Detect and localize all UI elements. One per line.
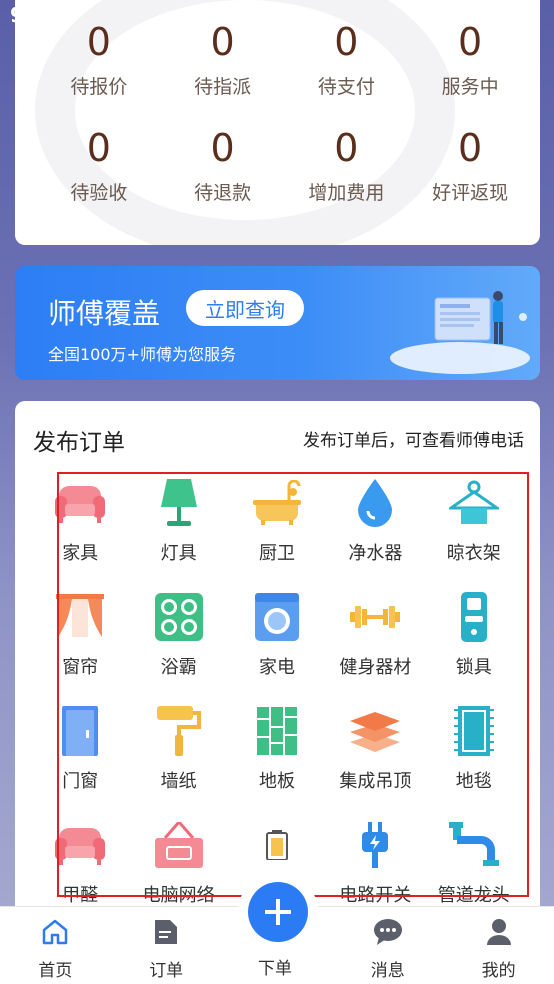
- tab-profile[interactable]: 我的: [443, 907, 554, 984]
- ceiling-icon: [349, 705, 401, 757]
- category-label: 厨卫: [258, 543, 295, 564]
- battery-icon: [251, 819, 303, 871]
- floor-icon: [251, 705, 303, 757]
- category-label: 浴霸: [160, 657, 197, 678]
- carpet-icon: [448, 705, 500, 757]
- computer-sign-icon: [153, 819, 205, 871]
- curtain-icon: [54, 591, 106, 643]
- plus-icon: [265, 899, 291, 925]
- tab-label: 消息: [370, 961, 405, 981]
- category-label: 电脑网络: [142, 885, 215, 906]
- place-order-button[interactable]: [248, 882, 308, 942]
- stat-label: 增加费用: [308, 182, 385, 204]
- status-bar: 9:41: [0, 0, 554, 30]
- stat-value: 0: [334, 126, 359, 170]
- document-icon: [151, 917, 181, 947]
- category-label: 地毯: [455, 771, 492, 792]
- stat-value: 0: [458, 126, 483, 170]
- stat-review-cashback[interactable]: 0 好评返现: [408, 108, 532, 216]
- category-fitness[interactable]: 健身器材: [326, 587, 424, 701]
- category-wallpaper[interactable]: 墙纸: [129, 701, 227, 815]
- stat-label: 待指派: [194, 76, 252, 98]
- paint-roller-icon: [153, 705, 205, 757]
- category-label: 锁具: [455, 657, 492, 678]
- category-label: 健身器材: [339, 657, 412, 678]
- category-label: 窗帘: [62, 657, 99, 678]
- category-label: 集成吊顶: [339, 771, 412, 792]
- door-icon: [54, 705, 106, 757]
- stat-pending-refund[interactable]: 0 待退款: [161, 108, 285, 216]
- category-label: 灯具: [160, 543, 197, 564]
- order-status-card: 0 待报价 0 待指派 0 待支付 0 服务中 0 待验收 0 待退款 0 增加费用 0 好评返…: [15, 0, 540, 245]
- tab-messages[interactable]: 消息: [332, 907, 443, 984]
- stat-extra-fees[interactable]: 0 增加费用: [285, 108, 409, 216]
- category-ceiling[interactable]: 集成吊顶: [326, 701, 424, 815]
- hanger-icon: [448, 477, 500, 529]
- tab-label: 首页: [38, 961, 73, 981]
- tab-label: 订单: [149, 961, 184, 981]
- worker-board-illustration-icon: [390, 291, 530, 374]
- stat-value: 0: [210, 126, 235, 170]
- lock-icon: [448, 591, 500, 643]
- lamp-icon: [153, 477, 205, 529]
- water-drop-icon: [349, 477, 401, 529]
- washing-machine-icon: [251, 591, 303, 643]
- category-label: 家具: [62, 543, 99, 564]
- stat-label: 待退款: [194, 182, 252, 204]
- tab-home[interactable]: 首页: [0, 907, 111, 984]
- place-order-fab-ring: [238, 872, 318, 952]
- pipe-icon: [448, 819, 500, 871]
- category-label: 电路开关: [339, 885, 412, 906]
- category-furniture[interactable]: 家具: [31, 473, 129, 587]
- category-grid: 家具 灯具 厨卫 净水器 晾衣架 窗帘 浴霸 家电 健身器材 锁具 门窗 墙纸 …: [31, 473, 523, 929]
- category-flooring[interactable]: 地板: [228, 701, 326, 815]
- category-doors-windows[interactable]: 门窗: [31, 701, 129, 815]
- status-time: 9:41: [10, 3, 60, 27]
- master-coverage-banner[interactable]: 师傅覆盖 立即查询 全国100万+师傅为您服务: [15, 266, 540, 380]
- category-curtains[interactable]: 窗帘: [31, 587, 129, 701]
- home-icon: [40, 917, 70, 947]
- category-label: 管道龙头: [437, 885, 510, 906]
- query-now-button[interactable]: 立即查询: [186, 290, 304, 326]
- category-label: 晾衣架: [446, 543, 501, 564]
- banner-subtitle: 全国100万+师傅为您服务: [48, 345, 236, 364]
- category-appliances[interactable]: 家电: [228, 587, 326, 701]
- stat-label: 待验收: [70, 182, 128, 204]
- category-label: 净水器: [348, 543, 403, 564]
- stat-value: 0: [86, 126, 111, 170]
- category-label: 地板: [258, 771, 295, 792]
- category-bath-heater[interactable]: 浴霸: [129, 587, 227, 701]
- category-drying-rack[interactable]: 晾衣架: [425, 473, 523, 587]
- user-icon: [484, 917, 514, 947]
- sofa-icon: [54, 477, 106, 529]
- category-locks[interactable]: 锁具: [425, 587, 523, 701]
- publish-order-title: 发布订单: [33, 430, 125, 456]
- stat-label: 服务中: [441, 76, 499, 98]
- stat-pending-acceptance[interactable]: 0 待验收: [37, 108, 161, 216]
- heater-icon: [153, 591, 205, 643]
- dumbbell-icon: [349, 591, 401, 643]
- bathtub-icon: [251, 477, 303, 529]
- category-water-purifier[interactable]: 净水器: [326, 473, 424, 587]
- category-label: 家电: [258, 657, 295, 678]
- category-label: 墙纸: [160, 771, 197, 792]
- stat-label: 待报价: [70, 76, 128, 98]
- tab-label: 我的: [481, 961, 516, 981]
- place-order-label: 下单: [258, 959, 292, 979]
- sofa-icon: [54, 819, 106, 871]
- category-label: 甲醛: [62, 885, 99, 906]
- stat-label: 待支付: [317, 76, 375, 98]
- chat-icon: [373, 917, 403, 947]
- category-kitchen-bath[interactable]: 厨卫: [228, 473, 326, 587]
- plug-icon: [349, 819, 401, 871]
- publish-order-card: 发布订单 发布订单后，可查看师傅电话 家具 灯具 厨卫 净水器 晾衣架 窗帘 浴…: [15, 401, 540, 921]
- stat-label: 好评返现: [432, 182, 509, 204]
- publish-order-note: 发布订单后，可查看师傅电话: [303, 431, 524, 451]
- category-carpet[interactable]: 地毯: [425, 701, 523, 815]
- category-lamps[interactable]: 灯具: [129, 473, 227, 587]
- category-label: 门窗: [62, 771, 99, 792]
- banner-title: 师傅覆盖: [48, 297, 161, 330]
- tab-orders[interactable]: 订单: [111, 907, 222, 984]
